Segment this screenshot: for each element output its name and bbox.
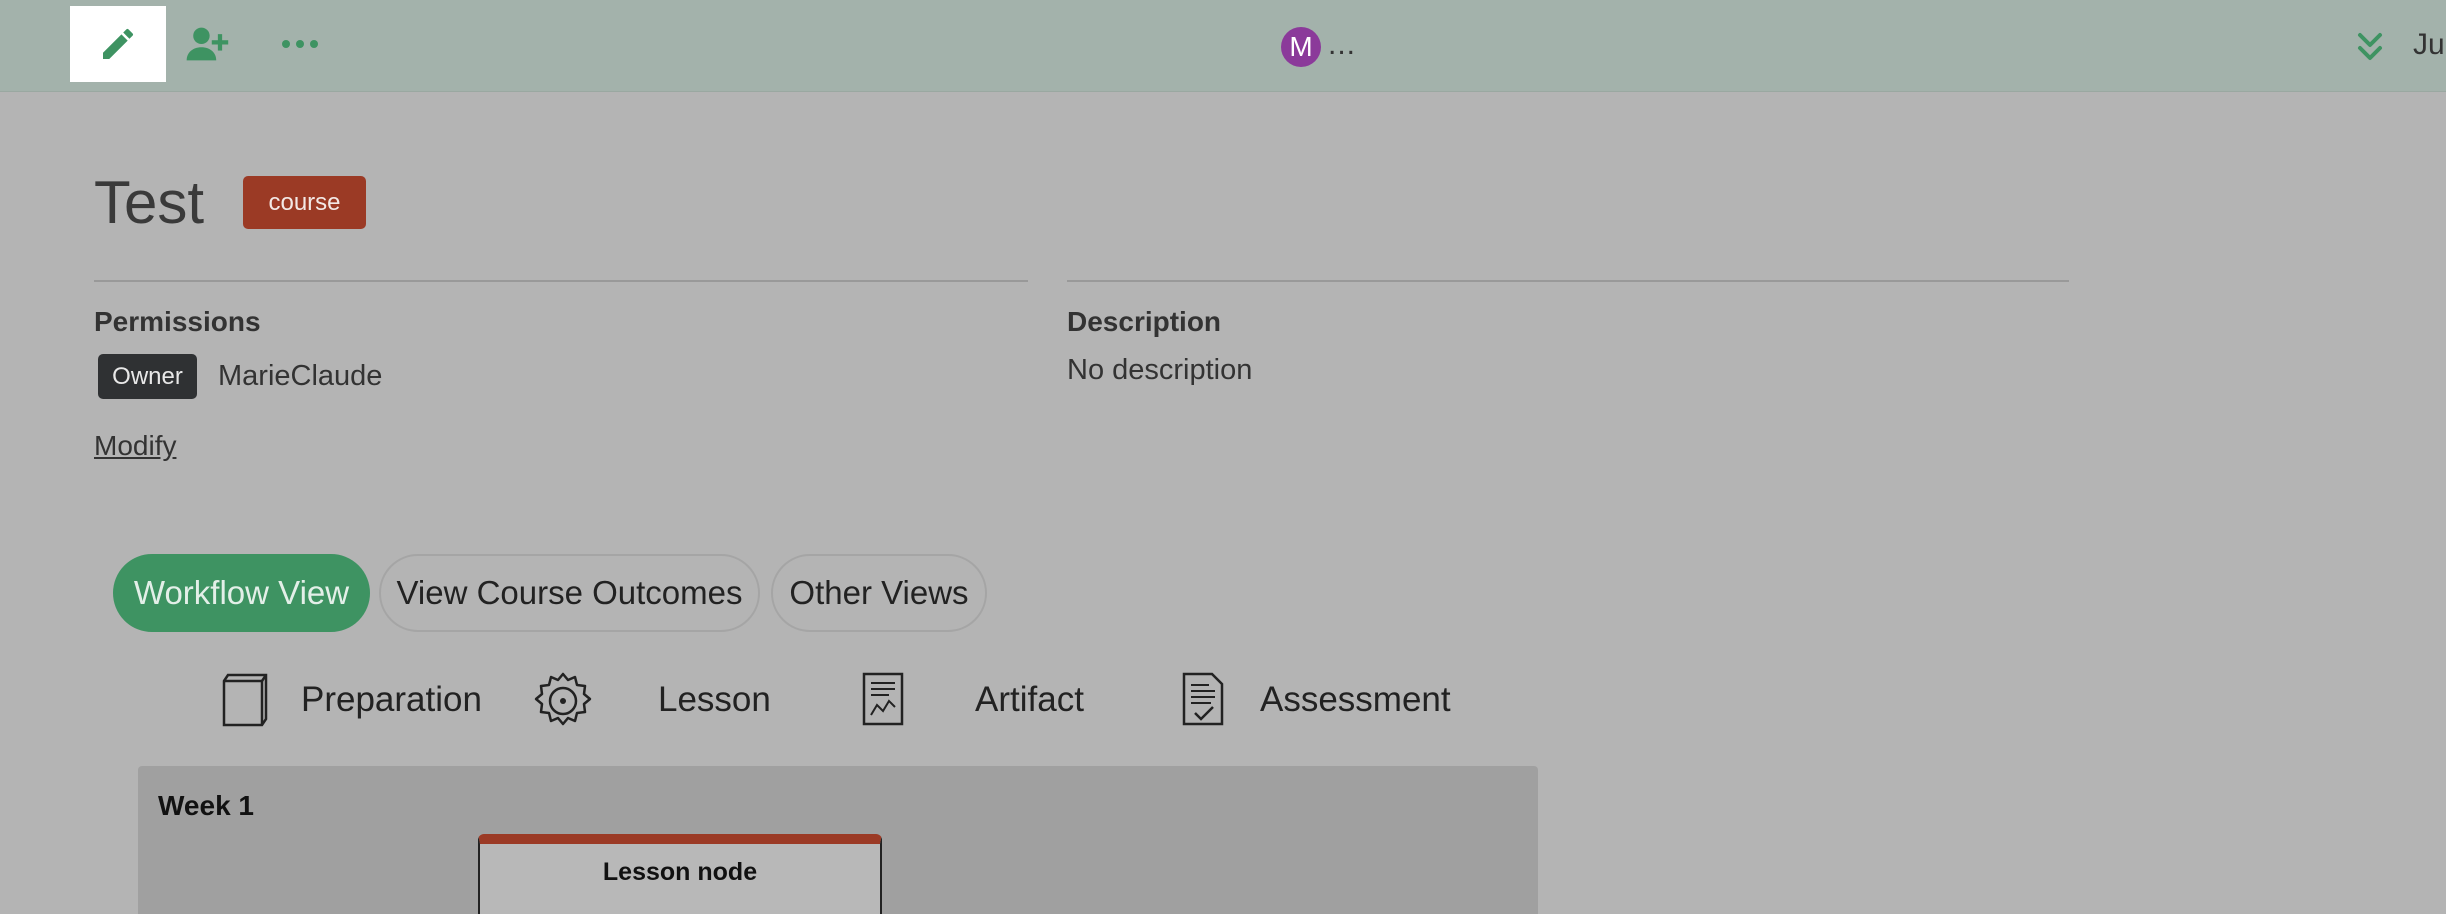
edit-button[interactable] xyxy=(70,6,166,82)
expand-button[interactable] xyxy=(2354,30,2386,64)
topbar-right-label[interactable]: Ju xyxy=(2413,28,2445,62)
avatar-letter: M xyxy=(1289,31,1313,62)
tab-workflow-view[interactable]: Workflow View xyxy=(113,554,370,632)
share-button[interactable] xyxy=(160,6,256,82)
description-heading: Description xyxy=(1067,306,1222,337)
chevrons-down-icon xyxy=(2354,33,2386,68)
legend-lesson: Lesson xyxy=(658,680,771,719)
document-check-icon xyxy=(1181,671,1225,732)
ellipsis-icon xyxy=(280,38,320,50)
tab-other-views[interactable]: Other Views xyxy=(771,554,987,632)
more-options-button[interactable] xyxy=(252,6,348,82)
type-badge: course xyxy=(243,176,366,229)
book-icon xyxy=(218,671,270,732)
gear-icon xyxy=(533,671,593,736)
legend-assessment: Assessment xyxy=(1260,680,1451,719)
top-toolbar: M ... Ju xyxy=(0,0,2446,92)
pencil-icon xyxy=(98,24,138,64)
owner-badge: Owner xyxy=(98,354,197,399)
users-more[interactable]: ... xyxy=(1328,28,1356,62)
divider-permissions xyxy=(94,280,1028,282)
description-text: No description xyxy=(1067,354,1253,386)
legend-preparation: Preparation xyxy=(301,680,482,719)
lesson-node[interactable]: Lesson node xyxy=(478,834,882,914)
modify-link[interactable]: Modify xyxy=(94,430,176,462)
document-chart-icon xyxy=(861,671,905,732)
week-block[interactable]: Week 1 Lesson node xyxy=(138,766,1538,914)
tab-view-course-outcomes[interactable]: View Course Outcomes xyxy=(379,554,760,632)
page-title: Test xyxy=(94,169,205,236)
user-plus-icon xyxy=(185,24,231,64)
user-avatar[interactable]: M xyxy=(1281,27,1321,67)
permissions-heading: Permissions xyxy=(94,306,261,337)
week-title: Week 1 xyxy=(158,790,254,821)
owner-name: MarieClaude xyxy=(218,360,383,392)
node-title: Lesson node xyxy=(602,858,758,886)
legend-artifact: Artifact xyxy=(975,680,1084,719)
divider-description xyxy=(1067,280,2069,282)
